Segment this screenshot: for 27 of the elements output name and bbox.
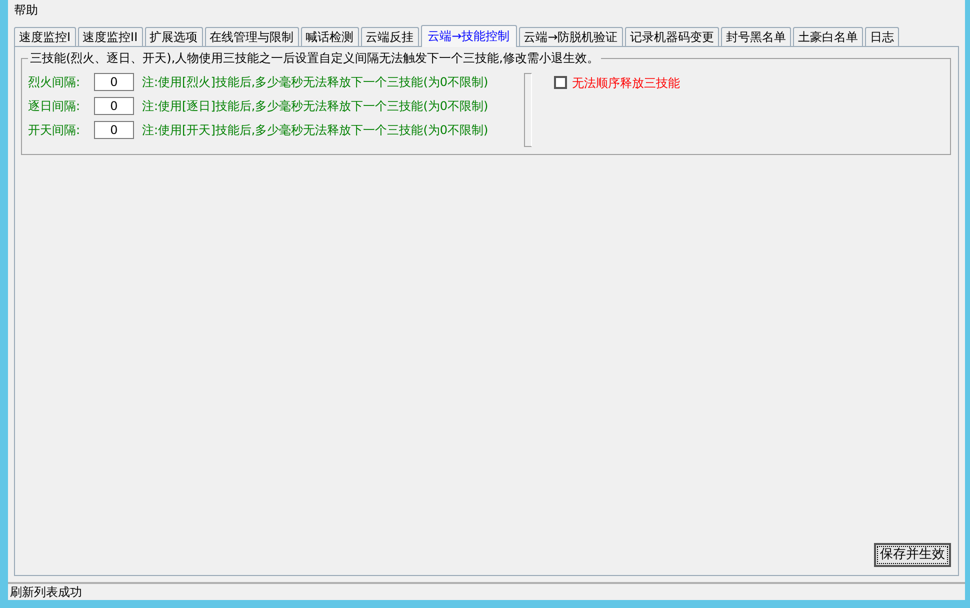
tab[interactable]: 封号黑名单 [720,27,791,46]
checkbox[interactable] [554,76,567,89]
tab[interactable]: 扩展选项 [144,27,203,46]
note-text: 注:使用[开天]技能后,多少毫秒无法释放下一个三技能(为0不限制) [142,122,488,138]
tab[interactable]: 日志 [864,27,899,46]
save-button[interactable]: 保存并生效 [874,543,951,567]
tab[interactable]: 云端反挂 [360,27,419,46]
tab[interactable]: 云端→防脱机验证 [518,27,623,46]
input-field[interactable]: 0 [94,73,134,91]
note-text: 注:使用[烈火]技能后,多少毫秒无法释放下一个三技能(为0不限制) [142,74,488,90]
checkbox-label: 无法顺序释放三技能 [572,76,680,90]
tab[interactable]: 记录机器码变更 [624,27,719,46]
tab[interactable]: 速度监控II [78,27,143,46]
field-label: 逐日间隔: [28,98,82,114]
tab[interactable]: 喊话检测 [300,27,359,46]
input-field[interactable]: 0 [94,121,134,139]
field-label: 烈火间隔: [28,74,82,90]
input-field[interactable]: 0 [94,97,134,115]
field-label: 开天间隔: [28,122,82,138]
group-title: 三技能(烈火、逐日、开天),人物使用三技能之一后设置自定义间隔无法触发下一个三技能,修改需小退生效。 [28,51,601,66]
status-text: 刷新列表成功 [8,582,965,600]
tab[interactable]: 土豪白名单 [792,27,863,46]
note-text: 注:使用[逐日]技能后,多少毫秒无法释放下一个三技能(为0不限制) [142,98,488,114]
menu-item[interactable]: 帮助 [14,3,38,17]
tab[interactable]: 速度监控I [14,27,76,46]
tab[interactable]: 云端→技能控制 [420,25,517,47]
tab[interactable]: 在线管理与限制 [204,27,299,46]
